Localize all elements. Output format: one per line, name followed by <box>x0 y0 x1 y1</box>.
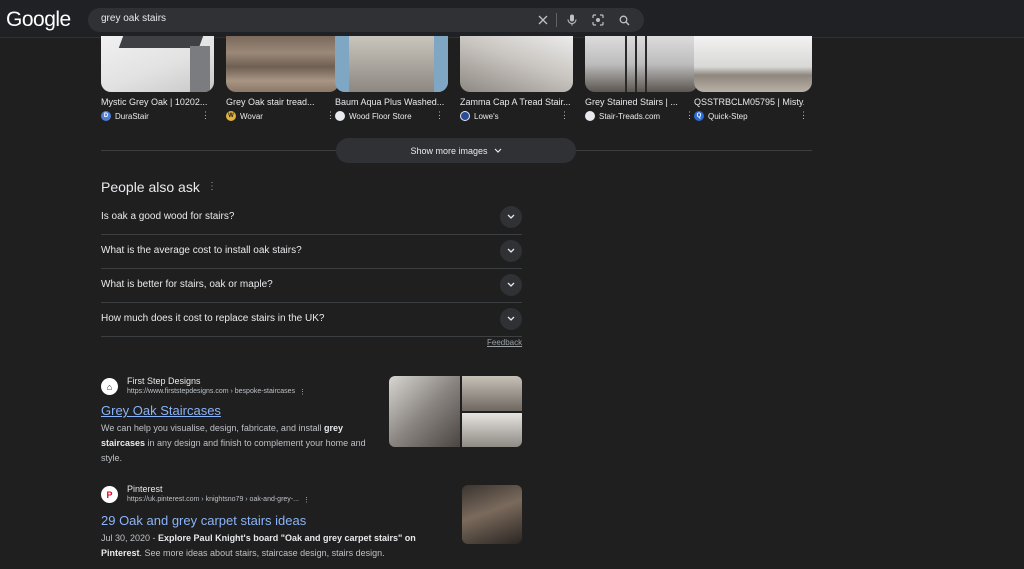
image-thumbnail[interactable] <box>335 36 448 92</box>
image-source[interactable]: W Wovar <box>226 111 263 121</box>
image-source-label: Stair-Treads.com <box>599 111 661 121</box>
result-site-name[interactable]: Pinterest <box>127 484 163 494</box>
result-url[interactable]: https://uk.pinterest.com › knightsno79 ›… <box>127 496 310 504</box>
image-title[interactable]: QSSTRBCLM05795 | Misty... <box>694 97 804 107</box>
paa-question[interactable]: What is better for stairs, oak or maple? <box>101 269 522 303</box>
search-result: P Pinterest https://uk.pinterest.com › k… <box>101 484 522 561</box>
image-results-strip: Mystic Grey Oak | 10202... D DuraStair ⋮… <box>101 36 813 126</box>
search-box[interactable]: grey oak stairs <box>88 8 644 32</box>
image-source-label: DuraStair <box>115 111 149 121</box>
chevron-down-icon[interactable] <box>500 308 522 330</box>
more-options-icon[interactable]: ⋮ <box>435 110 444 121</box>
image-card[interactable]: QSSTRBCLM05795 | Misty... Q Quick-Step ⋮ <box>694 36 812 121</box>
wood-floor-store-icon <box>335 111 345 121</box>
image-card[interactable]: Mystic Grey Oak | 10202... D DuraStair ⋮ <box>101 36 214 121</box>
result-snippet: We can help you visualise, design, fabri… <box>101 423 366 463</box>
search-icon[interactable] <box>616 12 632 28</box>
wovar-icon: W <box>226 111 236 121</box>
image-card[interactable]: Baum Aqua Plus Washed... Wood Floor Stor… <box>335 36 448 121</box>
paa-question-text[interactable]: How much does it cost to replace stairs … <box>101 313 324 324</box>
paa-question[interactable]: Is oak a good wood for stairs? <box>101 201 522 235</box>
result-site-name[interactable]: First Step Designs <box>127 376 201 386</box>
result-title-link[interactable]: Grey Oak Staircases <box>101 403 221 418</box>
image-source[interactable]: Stair-Treads.com <box>585 111 660 121</box>
image-card[interactable]: Zamma Cap A Tread Stair... Lowe's ⋮ <box>460 36 573 121</box>
top-bar: Google grey oak stairs <box>0 0 1024 38</box>
quick-step-icon: Q <box>694 111 704 121</box>
image-title[interactable]: Zamma Cap A Tread Stair... <box>460 97 570 107</box>
paa-question-text[interactable]: What is better for stairs, oak or maple? <box>101 279 273 290</box>
result-url-text: https://uk.pinterest.com › knightsno79 ›… <box>127 496 299 503</box>
image-card[interactable]: Grey Oak stair tread... W Wovar ⋮ <box>226 36 339 121</box>
image-thumbnail[interactable] <box>694 36 812 92</box>
result-title-link[interactable]: 29 Oak and grey carpet stairs ideas <box>101 513 306 528</box>
feedback-link[interactable]: Feedback <box>487 338 522 347</box>
more-options-icon[interactable]: ⋮ <box>685 110 694 121</box>
result-thumbnail[interactable] <box>389 376 522 447</box>
paa-question-text[interactable]: Is oak a good wood for stairs? <box>101 211 234 222</box>
paa-question-text[interactable]: What is the average cost to install oak … <box>101 245 302 256</box>
show-more-images-button[interactable]: Show more images <box>336 138 576 163</box>
chevron-down-icon[interactable] <box>500 240 522 262</box>
paa-question[interactable]: How much does it cost to replace stairs … <box>101 303 522 337</box>
image-thumbnail[interactable] <box>101 36 214 92</box>
result-url[interactable]: https://www.firststepdesigns.com › bespo… <box>127 388 306 396</box>
result-thumbnail[interactable] <box>462 485 522 544</box>
image-thumbnail[interactable] <box>585 36 698 92</box>
more-options-icon[interactable]: ⋮ <box>303 496 310 504</box>
image-source-label: Quick-Step <box>708 111 748 121</box>
more-options-icon[interactable]: ⋮ <box>299 388 306 396</box>
lens-icon[interactable] <box>590 12 606 28</box>
more-options-icon[interactable]: ⋮ <box>326 110 335 121</box>
search-divider <box>556 13 557 27</box>
image-source[interactable]: Wood Floor Store <box>335 111 412 121</box>
image-title[interactable]: Baum Aqua Plus Washed... <box>335 97 445 107</box>
image-source[interactable]: D DuraStair <box>101 111 149 121</box>
image-title[interactable]: Grey Stained Stairs | ... <box>585 97 695 107</box>
chevron-down-icon[interactable] <box>500 274 522 296</box>
first-step-designs-icon: ⌂ <box>101 378 118 395</box>
mic-icon[interactable] <box>564 12 580 28</box>
clear-icon[interactable] <box>535 12 551 28</box>
more-options-icon[interactable]: ⋮ <box>560 110 569 121</box>
image-thumbnail[interactable] <box>226 36 339 92</box>
image-title[interactable]: Grey Oak stair tread... <box>226 97 336 107</box>
image-source-label: Wovar <box>240 111 263 121</box>
pinterest-icon: P <box>101 486 118 503</box>
image-source[interactable]: Lowe's <box>460 111 499 121</box>
image-source-label: Wood Floor Store <box>349 111 412 121</box>
paa-question[interactable]: What is the average cost to install oak … <box>101 235 522 269</box>
more-options-icon[interactable]: ⋮ <box>207 181 217 192</box>
result-snippet: Jul 30, 2020 - Explore Paul Knight's boa… <box>101 533 416 558</box>
stair-treads-icon <box>585 111 595 121</box>
image-card[interactable]: Grey Stained Stairs | ... Stair-Treads.c… <box>585 36 698 121</box>
image-title[interactable]: Mystic Grey Oak | 10202... <box>101 97 211 107</box>
more-options-icon[interactable]: ⋮ <box>201 110 210 121</box>
image-thumbnail[interactable] <box>460 36 573 92</box>
more-options-icon[interactable]: ⋮ <box>799 110 808 121</box>
people-also-ask-heading: People also ask <box>101 179 200 195</box>
show-more-label: Show more images <box>410 145 488 156</box>
chevron-down-icon[interactable] <box>500 206 522 228</box>
lowes-icon <box>460 111 470 121</box>
durastair-icon: D <box>101 111 111 121</box>
search-input[interactable]: grey oak stairs <box>101 13 166 24</box>
image-source[interactable]: Q Quick-Step <box>694 111 748 121</box>
result-url-text: https://www.firststepdesigns.com › bespo… <box>127 388 296 395</box>
image-source-label: Lowe's <box>474 111 499 121</box>
chevron-down-icon <box>494 146 502 156</box>
google-logo[interactable]: Google <box>6 8 71 32</box>
